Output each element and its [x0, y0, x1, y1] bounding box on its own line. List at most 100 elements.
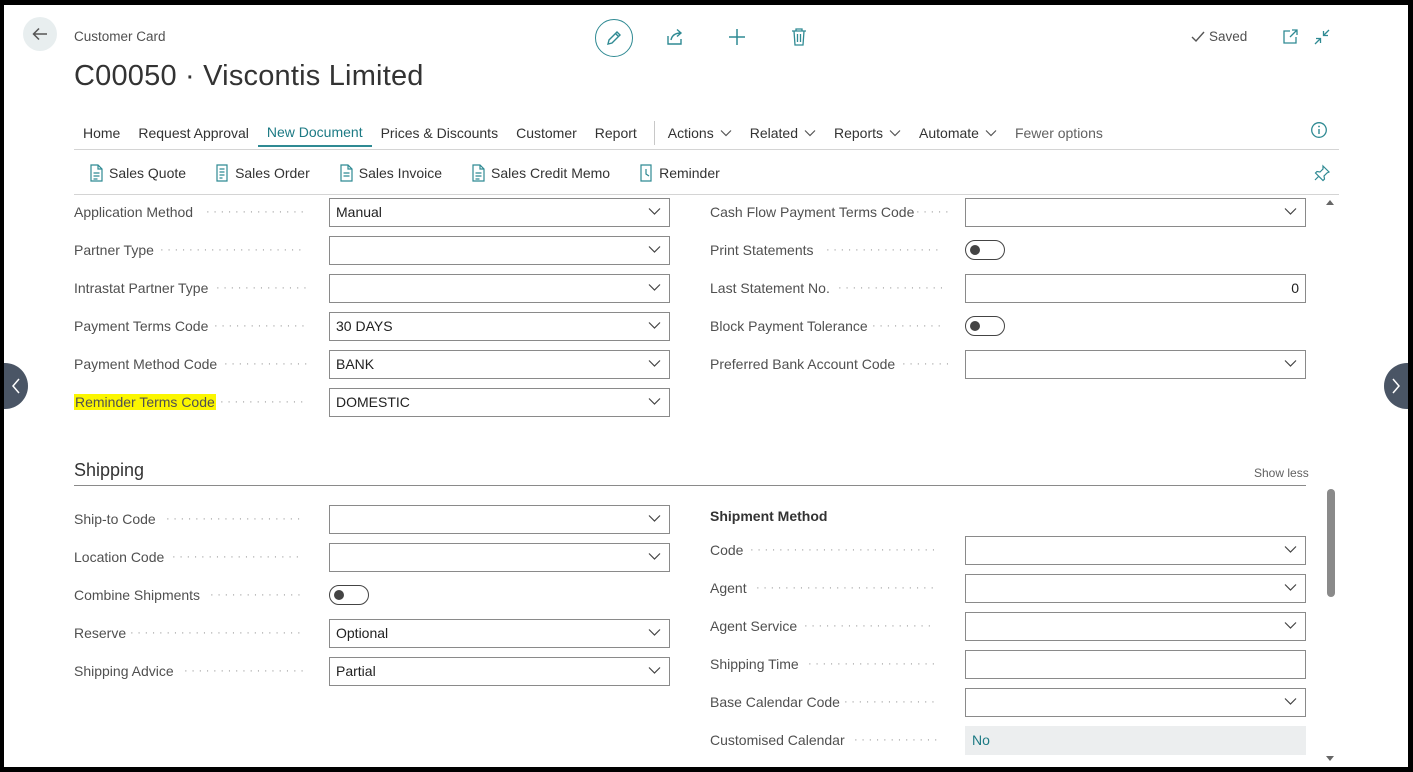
- toggle-knob: [970, 321, 980, 331]
- sales-credit-memo-label: Sales Credit Memo: [491, 165, 611, 181]
- customised-calendar-value: No: [972, 732, 990, 748]
- scroll-up-arrow-icon[interactable]: [1325, 198, 1335, 206]
- scrollbar-thumb[interactable]: [1327, 489, 1335, 597]
- checkmark-icon: [1191, 31, 1205, 42]
- last-statement-no-input[interactable]: 0: [965, 273, 1306, 303]
- shipping-time-input[interactable]: [965, 649, 1306, 679]
- leader-dots: ··················: [172, 551, 303, 563]
- field-payment-terms-code: Payment Terms Code ············· 30 DAYS: [74, 311, 674, 341]
- cash-flow-payment-terms-code-select[interactable]: [965, 197, 1306, 227]
- reminder-terms-code-select[interactable]: DOMESTIC: [329, 387, 670, 417]
- fewer-options-button[interactable]: Fewer options: [1006, 119, 1112, 147]
- print-statements-toggle[interactable]: [965, 240, 1005, 260]
- reminder-icon: [640, 164, 652, 182]
- back-button[interactable]: [23, 17, 57, 51]
- shipment-method-code-label: Code: [710, 542, 744, 558]
- new-button[interactable]: [725, 25, 749, 49]
- pin-button[interactable]: [1313, 164, 1331, 187]
- action-customer[interactable]: Customer: [507, 119, 586, 147]
- sales-order-label: Sales Order: [235, 165, 310, 181]
- previous-record-button[interactable]: [4, 363, 28, 409]
- next-record-button[interactable]: [1384, 363, 1408, 409]
- reserve-label: Reserve: [74, 625, 127, 641]
- field-shipping-advice: Shipping Advice ················· Partia…: [74, 656, 674, 686]
- shipping-section-title[interactable]: Shipping: [74, 460, 144, 481]
- sales-quote-button[interactable]: Sales Quote: [74, 164, 200, 182]
- chevron-down-icon: [889, 130, 901, 137]
- open-new-window-button[interactable]: [1278, 25, 1302, 49]
- share-button[interactable]: [663, 25, 687, 49]
- location-code-select[interactable]: [329, 542, 670, 572]
- menu-reports[interactable]: Reports: [825, 119, 910, 147]
- action-request-approval[interactable]: Request Approval: [129, 119, 258, 147]
- sales-invoice-label: Sales Invoice: [358, 165, 443, 181]
- agent-service-select[interactable]: [965, 611, 1306, 641]
- payment-method-code-select[interactable]: BANK: [329, 349, 670, 379]
- chevron-right-icon: [1392, 378, 1400, 394]
- arrow-left-icon: [32, 27, 47, 41]
- action-new-document[interactable]: New Document: [257, 119, 372, 147]
- partner-type-select[interactable]: [329, 235, 670, 265]
- collapse-button[interactable]: [1310, 25, 1334, 49]
- menu-related[interactable]: Related: [741, 119, 825, 147]
- page-title: C00050 · Viscontis Limited: [74, 60, 424, 92]
- customised-calendar-link[interactable]: No: [965, 725, 1306, 755]
- info-button[interactable]: [1310, 121, 1328, 144]
- partner-type-label: Partner Type: [74, 242, 154, 258]
- field-base-calendar-code: Base Calendar Code ·············: [710, 687, 1310, 717]
- field-partner-type: Partner Type ····················: [74, 235, 674, 265]
- block-payment-tolerance-toggle[interactable]: [965, 316, 1005, 336]
- page-caption: Customer Card: [74, 29, 166, 44]
- edit-button[interactable]: [595, 19, 633, 57]
- sales-quote-label: Sales Quote: [109, 165, 187, 181]
- sales-order-button[interactable]: Sales Order: [200, 164, 324, 182]
- field-block-payment-tolerance: Block Payment Tolerance ··········: [710, 311, 1310, 341]
- scroll-down-arrow-icon[interactable]: [1325, 755, 1335, 763]
- action-home[interactable]: Home: [74, 119, 129, 147]
- application-method-select[interactable]: Manual: [329, 197, 670, 227]
- payment-terms-code-select[interactable]: 30 DAYS: [329, 311, 670, 341]
- show-less-link[interactable]: Show less: [1254, 466, 1309, 480]
- agent-select[interactable]: [965, 573, 1306, 603]
- chevron-left-icon: [12, 378, 20, 394]
- shipment-method-code-select[interactable]: [965, 535, 1306, 565]
- intrastat-partner-type-select[interactable]: [329, 273, 670, 303]
- shipping-advice-select[interactable]: Partial: [329, 656, 670, 686]
- menu-actions[interactable]: Actions: [659, 119, 741, 147]
- leader-dots: ············: [224, 358, 312, 370]
- leader-dots: ·············: [210, 589, 305, 601]
- field-agent: Agent ·························: [710, 573, 1310, 603]
- action-report[interactable]: Report: [586, 119, 646, 147]
- combine-shipments-toggle[interactable]: [329, 585, 369, 605]
- payment-method-code-label: Payment Method Code: [74, 356, 218, 372]
- action-bar-divider: [74, 149, 1339, 150]
- menu-reports-label: Reports: [833, 125, 884, 141]
- shipping-advice-value: Partial: [336, 663, 376, 679]
- menu-automate[interactable]: Automate: [910, 119, 1006, 147]
- base-calendar-code-select[interactable]: [965, 687, 1306, 717]
- sales-invoice-button[interactable]: Sales Invoice: [324, 164, 456, 182]
- preferred-bank-account-code-select[interactable]: [965, 349, 1306, 379]
- leader-dots: ··················: [804, 620, 935, 632]
- field-intrastat-partner-type: Intrastat Partner Type ·············: [74, 273, 674, 303]
- action-prices-discounts[interactable]: Prices & Discounts: [372, 119, 507, 147]
- reserve-select[interactable]: Optional: [329, 618, 670, 648]
- last-statement-no-label: Last Statement No.: [710, 280, 830, 296]
- shipping-advice-label: Shipping Advice: [74, 663, 174, 679]
- ship-to-code-select[interactable]: [329, 504, 670, 534]
- application-method-value: Manual: [336, 204, 382, 220]
- field-reminder-terms-code: Reminder Terms Code ············ DOMESTI…: [74, 387, 674, 417]
- share-icon: [667, 28, 683, 45]
- delete-button[interactable]: [787, 25, 811, 49]
- customised-calendar-label: Customised Calendar: [710, 732, 845, 748]
- application-method-label: Application Method: [74, 204, 194, 220]
- chevron-down-icon: [648, 321, 661, 329]
- reminder-button[interactable]: Reminder: [624, 164, 734, 182]
- sales-credit-memo-button[interactable]: Sales Credit Memo: [456, 164, 624, 182]
- document-icon: [90, 164, 103, 182]
- chevron-down-icon: [720, 130, 732, 137]
- chevron-down-icon: [648, 666, 661, 674]
- field-combine-shipments: Combine Shipments ·············: [74, 580, 674, 610]
- field-reserve: Reserve ························ Optiona…: [74, 618, 674, 648]
- leader-dots: ·············: [216, 282, 311, 294]
